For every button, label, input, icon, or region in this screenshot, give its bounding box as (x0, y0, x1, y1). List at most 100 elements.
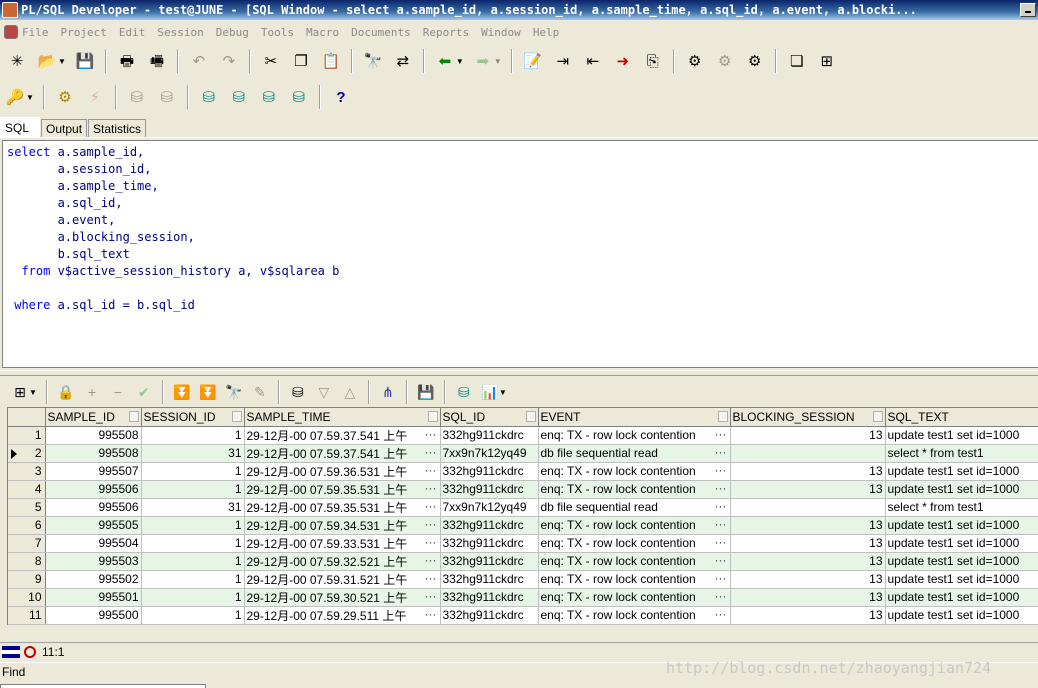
column-header-session-id[interactable]: SESSION_ID (141, 408, 245, 427)
table-row[interactable]: 9 995502 1 29-12月-00 07.59.31.521 上午 ··· 332h… (8, 570, 1038, 589)
cell-sample-id[interactable]: 995501 (45, 588, 142, 607)
lowercase-icon[interactable]: ⎘ (642, 50, 664, 72)
table-row[interactable]: 7 995504 1 29-12月-00 07.59.33.531 上午 ··· 332h… (8, 534, 1038, 553)
cell-edit-button[interactable]: ··· (425, 463, 437, 477)
tab-output[interactable]: Output (41, 119, 88, 137)
row-number[interactable]: 4 (8, 480, 46, 499)
session-db-icon[interactable]: ⛁ (198, 86, 220, 108)
undo-icon[interactable]: ↶ (188, 50, 210, 72)
cascade-icon[interactable]: ❏ (786, 50, 808, 72)
cell-sample-id[interactable]: 995505 (45, 516, 142, 535)
sort-icon[interactable] (427, 411, 438, 422)
table-row[interactable]: 3 995507 1 29-12月-00 07.59.36.531 上午 ··· 332h… (8, 462, 1038, 481)
row-number[interactable]: 8 (8, 552, 46, 571)
sql-icon[interactable]: ⛁ (228, 86, 250, 108)
forward-dropdown-icon[interactable]: ▼ (494, 57, 502, 66)
column-header-event[interactable]: EVENT (538, 408, 731, 427)
row-number[interactable]: 11 (8, 606, 46, 625)
cell-blocking-session[interactable]: 13 (730, 534, 886, 553)
grid-layout-icon[interactable]: ⊞ (10, 382, 30, 402)
cell-sample-id[interactable]: 995500 (45, 606, 142, 625)
cell-sample-id[interactable]: 995508 (45, 444, 142, 463)
paste-icon[interactable]: 📋 (320, 50, 342, 72)
cell-sql-id[interactable]: 332hg911ckdrc (440, 516, 539, 535)
cell-sample-id[interactable]: 995503 (45, 552, 142, 571)
key-icon[interactable]: 🔑 (4, 86, 26, 108)
cell-session-id[interactable]: 31 (141, 444, 245, 463)
cell-event[interactable]: enq: TX - row lock contention ··· (538, 570, 731, 589)
menu-help[interactable]: Help (533, 26, 560, 39)
pane-splitter[interactable] (0, 370, 1038, 376)
cell-sql-id[interactable]: 332hg911ckdrc (440, 552, 539, 571)
insert-record-icon[interactable]: + (82, 382, 102, 402)
cell-event[interactable]: enq: TX - row lock contention ··· (538, 480, 731, 499)
menu-macro[interactable]: Macro (306, 26, 339, 39)
cell-sample-id[interactable]: 995507 (45, 462, 142, 481)
cell-edit-button[interactable]: ··· (425, 499, 437, 513)
cell-sql-text[interactable]: select * from test1 (885, 498, 1038, 517)
column-header-sql-id[interactable]: SQL_ID (440, 408, 539, 427)
cell-event[interactable]: enq: TX - row lock contention ··· (538, 606, 731, 625)
sort-icon[interactable] (717, 411, 728, 422)
column-header-sample-time[interactable]: SAMPLE_TIME (244, 408, 441, 427)
cell-sample-time[interactable]: 29-12月-00 07.59.37.541 上午 ··· (244, 426, 441, 445)
unindent-icon[interactable]: ⇤ (582, 50, 604, 72)
cell-sample-time[interactable]: 29-12月-00 07.59.32.521 上午 ··· (244, 552, 441, 571)
cell-sql-text[interactable]: update test1 set id=1000 (885, 462, 1038, 481)
cell-sample-time[interactable]: 29-12月-00 07.59.35.531 上午 ··· (244, 480, 441, 499)
cell-edit-button[interactable]: ··· (715, 607, 727, 621)
cell-sql-text[interactable]: update test1 set id=1000 (885, 426, 1038, 445)
table-row[interactable]: 6 995505 1 29-12月-00 07.59.34.531 上午 ··· 332h… (8, 516, 1038, 535)
cell-event[interactable]: db file sequential read ··· (538, 498, 731, 517)
table-row[interactable]: 5 995506 31 29-12月-00 07.59.35.531 上午 ··· 7xx… (8, 498, 1038, 517)
forward-icon[interactable]: ➡ (472, 50, 494, 72)
cell-edit-button[interactable]: ··· (715, 535, 727, 549)
cell-sql-id[interactable]: 332hg911ckdrc (440, 570, 539, 589)
chart-icon[interactable]: 📊 (480, 382, 500, 402)
fetch-next-icon[interactable]: ⏬ (172, 382, 192, 402)
cell-sql-id[interactable]: 332hg911ckdrc (440, 534, 539, 553)
minimize-button[interactable] (1020, 3, 1036, 17)
cell-blocking-session[interactable] (730, 498, 886, 517)
table-row[interactable]: 2 995508 31 29-12月-00 07.59.37.541 上午 ··· 7xx… (8, 444, 1038, 463)
next-page-icon[interactable]: ▽ (314, 382, 334, 402)
cell-edit-button[interactable]: ··· (715, 463, 727, 477)
cell-session-id[interactable]: 31 (141, 498, 245, 517)
cell-edit-button[interactable]: ··· (425, 553, 437, 567)
find-label[interactable]: Find (2, 665, 25, 679)
menu-debug[interactable]: Debug (216, 26, 249, 39)
cell-event[interactable]: enq: TX - row lock contention ··· (538, 516, 731, 535)
grid-layout-dropdown-icon[interactable]: ▼ (29, 388, 37, 397)
cell-edit-button[interactable]: ··· (715, 445, 727, 459)
find-input[interactable] (0, 684, 206, 688)
help-icon[interactable]: ? (330, 86, 352, 108)
new-icon[interactable]: ✳ (6, 50, 28, 72)
save-results-icon[interactable]: 💾 (416, 382, 436, 402)
cell-event[interactable]: db file sequential read ··· (538, 444, 731, 463)
cell-sample-id[interactable]: 995506 (45, 480, 142, 499)
cell-sql-id[interactable]: 332hg911ckdrc (440, 606, 539, 625)
sql-editor[interactable]: select a.sample_id, a.session_id, a.samp… (2, 140, 1038, 368)
menu-tools[interactable]: Tools (261, 26, 294, 39)
cell-sample-id[interactable]: 995506 (45, 498, 142, 517)
cell-event[interactable]: enq: TX - row lock contention ··· (538, 552, 731, 571)
cell-session-id[interactable]: 1 (141, 570, 245, 589)
cell-blocking-session[interactable]: 13 (730, 426, 886, 445)
cell-session-id[interactable]: 1 (141, 462, 245, 481)
column-header-sql-text[interactable]: SQL_TEXT (885, 408, 1038, 427)
cell-event[interactable]: enq: TX - row lock contention ··· (538, 462, 731, 481)
cell-sample-id[interactable]: 995504 (45, 534, 142, 553)
sort-icon[interactable] (128, 411, 139, 422)
cell-blocking-session[interactable] (730, 444, 886, 463)
sort-icon[interactable] (872, 411, 883, 422)
db-icon[interactable]: ⛁ (454, 382, 474, 402)
tile-icon[interactable]: ⊞ (816, 50, 838, 72)
explain-icon[interactable]: ⚙ (744, 50, 766, 72)
cell-session-id[interactable]: 1 (141, 534, 245, 553)
indent-icon[interactable]: ⇥ (552, 50, 574, 72)
cell-edit-button[interactable]: ··· (715, 499, 727, 513)
cell-edit-button[interactable]: ··· (425, 517, 437, 531)
print-setup-icon[interactable]: 🖷 (146, 50, 168, 72)
cell-sample-time[interactable]: 29-12月-00 07.59.30.521 上午 ··· (244, 588, 441, 607)
cell-blocking-session[interactable]: 13 (730, 480, 886, 499)
